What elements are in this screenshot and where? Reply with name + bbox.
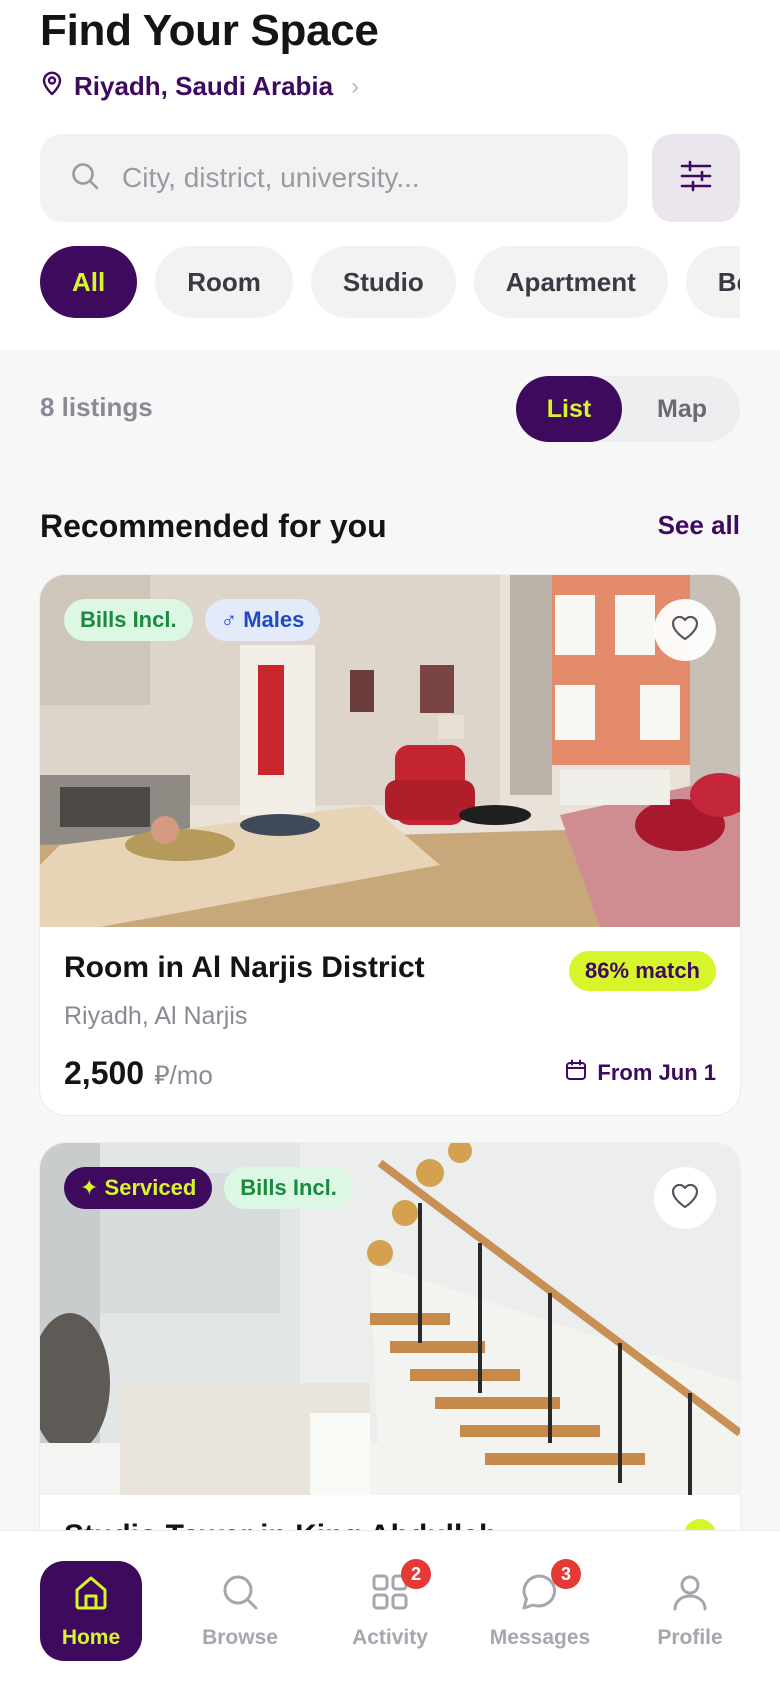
search-icon <box>70 161 100 196</box>
favorite-button[interactable] <box>654 599 716 661</box>
sliders-icon <box>679 159 713 198</box>
list-view-button[interactable]: List <box>516 376 622 442</box>
bottom-navigation: Home Browse Activity 2 Messages 3 Profil… <box>0 1530 780 1688</box>
header-area: Find Your Space Riyadh, Saudi Arabia › C… <box>0 0 780 350</box>
home-icon <box>71 1572 111 1618</box>
category-filters: All Room Studio Apartment Be <box>40 246 740 318</box>
listing-card[interactable]: Bills Incl. ♂ Males Room in Al Narjis Di… <box>40 575 740 1115</box>
availability-date: From Jun 1 <box>597 1060 716 1085</box>
price-amount: 2,500 <box>64 1055 145 1091</box>
page-title: Find Your Space <box>40 6 379 55</box>
calendar-icon <box>565 1059 587 1087</box>
user-icon <box>670 1572 710 1618</box>
nav-home-label: Home <box>61 1626 121 1649</box>
section-title: Recommended for you <box>40 508 387 544</box>
location-selector[interactable]: Riyadh, Saudi Arabia › <box>40 70 359 103</box>
listing-title: Room in Al Narjis District <box>64 951 425 984</box>
map-view-button[interactable]: Map <box>632 376 732 442</box>
listing-price: 2,500 ⃁/mo <box>64 1055 213 1092</box>
nav-messages[interactable]: Messages 3 <box>485 1559 595 1661</box>
chevron-right-icon: › <box>351 72 360 100</box>
nav-messages-label: Messages <box>489 1626 591 1649</box>
chip-room[interactable]: Room <box>155 246 293 318</box>
price-unit: ⃁/mo <box>154 1060 213 1090</box>
males-tag: ♂ Males <box>204 599 321 641</box>
chip-apartment[interactable]: Apartment <box>473 246 668 318</box>
availability: From Jun 1 <box>565 1059 716 1087</box>
nav-home[interactable]: Home <box>40 1561 142 1661</box>
listing-tags: Bills Incl. ♂ Males <box>64 599 321 641</box>
listing-location: Riyadh, Al Narjis <box>64 1002 248 1030</box>
search-placeholder: City, district, university... <box>122 162 420 193</box>
filter-button[interactable] <box>652 134 740 222</box>
nav-browse[interactable]: Browse <box>185 1561 295 1661</box>
nav-activity[interactable]: Activity 2 <box>335 1559 445 1661</box>
chip-all[interactable]: All <box>40 246 138 318</box>
listings-area: 8 listings List Map Recommended for you … <box>0 350 780 1530</box>
see-all-link[interactable]: See all <box>658 510 740 541</box>
favorite-button[interactable] <box>654 1167 716 1229</box>
nav-activity-label: Activity <box>352 1626 428 1649</box>
listing-card[interactable]: ✦ Serviced Bills Incl. Studio Tower in K… <box>40 1143 740 1530</box>
view-toggle: List Map <box>516 376 740 442</box>
location-label: Riyadh, Saudi Arabia <box>74 71 334 101</box>
match-badge: 86% match <box>569 951 716 991</box>
messages-badge: 3 <box>551 1559 581 1589</box>
search-icon <box>220 1572 260 1618</box>
serviced-tag: ✦ Serviced <box>64 1167 213 1209</box>
nav-profile[interactable]: Profile <box>635 1561 745 1661</box>
heart-icon <box>670 614 700 647</box>
chip-studio[interactable]: Studio <box>310 246 456 318</box>
listing-info: Room in Al Narjis District 86% match Riy… <box>40 927 740 1115</box>
chip-bed[interactable]: Be <box>685 246 740 318</box>
listing-tags: ✦ Serviced Bills Incl. <box>64 1167 353 1209</box>
listing-info: Studio Tower in King Abdullah <box>40 1495 740 1530</box>
listing-count: 8 listings <box>40 392 153 422</box>
activity-badge: 2 <box>401 1559 431 1589</box>
nav-profile-label: Profile <box>657 1626 723 1649</box>
match-badge <box>684 1519 716 1530</box>
map-pin-icon <box>40 70 64 103</box>
heart-icon <box>670 1182 700 1215</box>
bills-included-tag: Bills Incl. <box>224 1167 353 1209</box>
search-input[interactable]: City, district, university... <box>40 134 628 222</box>
listing-title: Studio Tower in King Abdullah <box>64 1519 497 1530</box>
nav-browse-label: Browse <box>202 1626 278 1649</box>
bills-included-tag: Bills Incl. <box>64 599 193 641</box>
